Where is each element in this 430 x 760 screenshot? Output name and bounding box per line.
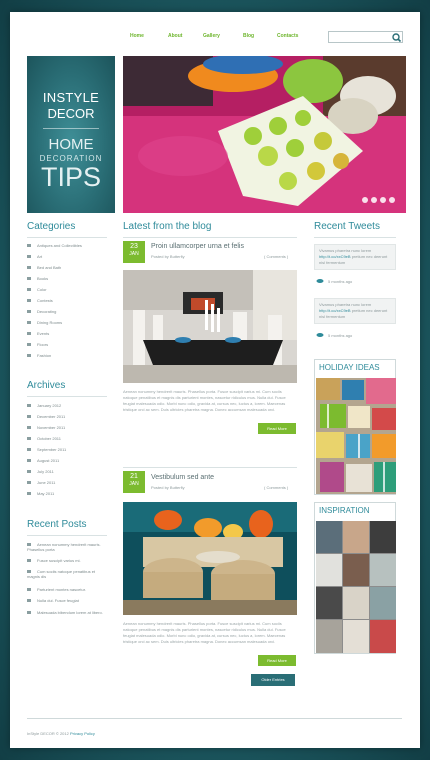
category-item[interactable]: Floors (27, 342, 48, 347)
post-image[interactable] (123, 502, 297, 615)
divider (27, 535, 107, 536)
archive-item[interactable]: November 2011 (27, 425, 65, 430)
wicker-sofa-photo (123, 502, 297, 615)
tweet-time: 5 months ago (328, 279, 353, 284)
slider-dot[interactable] (389, 197, 395, 203)
search-icon (392, 33, 402, 43)
archive-item[interactable]: August 2011 (27, 458, 59, 463)
logo-line-5: TIPS (40, 162, 101, 192)
post-author: Posted by Butterfly (151, 485, 185, 490)
post-excerpt: Aenean nonummy hendrerit mauris. Phasell… (123, 389, 286, 412)
category-item[interactable]: Decorating (27, 309, 56, 314)
tweet-time: 5 months ago (328, 333, 353, 338)
recent-post-item[interactable]: Aenean nonummy hendrerit mauris. Phasell… (27, 542, 107, 552)
category-item[interactable]: Bed and Bath (27, 265, 61, 270)
page: Home About Gallery Blog Contacts INSTYLE… (10, 12, 420, 748)
recent-post-item[interactable]: Malesuada bibendum lorem at libero. (27, 610, 107, 615)
tweets-heading: Recent Tweets (314, 221, 380, 232)
archive-item[interactable]: December 2011 (27, 414, 65, 419)
archive-item[interactable]: October 2011 (27, 436, 61, 441)
tweet: Vivamus pharetra nunc lorem http://t.co/… (314, 244, 396, 270)
read-more-button[interactable]: Read More (258, 423, 296, 434)
twitter-bird-icon (316, 279, 324, 283)
post-title[interactable]: Proin ullamcorper urna et felis (151, 243, 244, 250)
logo-divider (43, 128, 99, 129)
divider (123, 237, 297, 238)
post-date-badge: 21 JAN (123, 471, 145, 493)
slider-pagination (362, 190, 398, 208)
tweet-link[interactable]: http://t.co/xxC9eB (319, 254, 351, 259)
copyright-text: InStyle DECOR © 2012 (27, 731, 69, 736)
inspiration-banner[interactable]: INSPIRATION (314, 502, 396, 654)
post-comments-link[interactable]: ( Comments ) (264, 485, 288, 490)
recent-post-item[interactable]: Nulla dui. Fusce feugiat (27, 598, 79, 603)
privacy-policy-link[interactable]: Privacy Policy (70, 731, 95, 736)
post-author: Posted by Butterfly (151, 254, 185, 259)
post-title[interactable]: Vestibulum sed ante (151, 474, 214, 481)
category-item[interactable]: Contests (27, 298, 53, 303)
archive-item[interactable]: May 2011 (27, 491, 54, 496)
holiday-ideas-banner[interactable]: HOLIDAY IDEAS (314, 359, 396, 495)
widget-title: INSPIRATION (319, 506, 370, 515)
logo-line-1: INSTYLE (42, 90, 100, 105)
category-item[interactable]: Fashion (27, 353, 51, 358)
recent-post-item[interactable]: Cum sociis natoque penatibus et magnis d… (27, 569, 107, 579)
divider (27, 396, 107, 397)
slider-dot[interactable] (371, 197, 377, 203)
post-date-badge: 23 JAN (123, 241, 145, 263)
logo-line-3: HOME (48, 136, 94, 153)
archive-item[interactable]: June 2011 (27, 480, 55, 485)
category-item[interactable]: Color (27, 287, 47, 292)
dining-room-photo (123, 270, 297, 383)
divider (123, 467, 297, 468)
footer: InStyle DECOR © 2012 Privacy Policy (27, 731, 95, 736)
nav-gallery[interactable]: Gallery (203, 33, 220, 39)
slider-dot[interactable] (380, 197, 386, 203)
blog-heading: Latest from the blog (123, 221, 212, 232)
archives-heading: Archives (27, 380, 66, 391)
logo-line-2: DECOR (47, 106, 95, 121)
post-image[interactable] (123, 270, 297, 383)
divider (314, 237, 396, 238)
nav-home[interactable]: Home (130, 33, 144, 39)
tweet: Vivamus pharetra nunc lorem http://t.co/… (314, 298, 396, 324)
nav-blog[interactable]: Blog (243, 33, 254, 39)
tweet-link[interactable]: http://t.co/xxC9eB (319, 308, 351, 313)
archive-item[interactable]: January 2012 (27, 403, 61, 408)
older-entries-button[interactable]: Older Entries (251, 674, 295, 686)
nav-about[interactable]: About (168, 33, 182, 39)
category-item[interactable]: Art (27, 254, 42, 259)
archive-item[interactable]: September 2011 (27, 447, 66, 452)
categories-heading: Categories (27, 221, 76, 232)
archive-item[interactable]: July 2011 (27, 469, 54, 474)
category-item[interactable]: Antiques and Collectibles (27, 243, 82, 248)
footer-divider (27, 718, 402, 719)
divider (27, 237, 107, 238)
twitter-bird-icon (316, 333, 324, 337)
category-item[interactable]: Dining Rooms (27, 320, 62, 325)
recent-post-item[interactable]: Parturient montes nascetur. (27, 587, 86, 592)
post-excerpt: Aenean nonummy hendrerit mauris. Phasell… (123, 621, 286, 644)
recent-posts-heading: Recent Posts (27, 519, 87, 530)
category-item[interactable]: Books (27, 276, 48, 281)
recent-post-item[interactable]: Fusce suscipit varius mi. (27, 558, 81, 563)
read-more-button[interactable]: Read More (258, 655, 296, 666)
gift-boxes-photo (316, 378, 396, 494)
category-item[interactable]: Events (27, 331, 49, 336)
nav-contacts[interactable]: Contacts (277, 33, 298, 39)
interior-collage-photo (316, 521, 396, 653)
widget-title: HOLIDAY IDEAS (319, 363, 380, 372)
logo[interactable]: INSTYLE DECOR HOME DECORATION TIPS (27, 56, 115, 213)
search-button[interactable] (390, 31, 404, 43)
post-comments-link[interactable]: ( Comments ) (264, 254, 288, 259)
slider-dot[interactable] (362, 197, 368, 203)
